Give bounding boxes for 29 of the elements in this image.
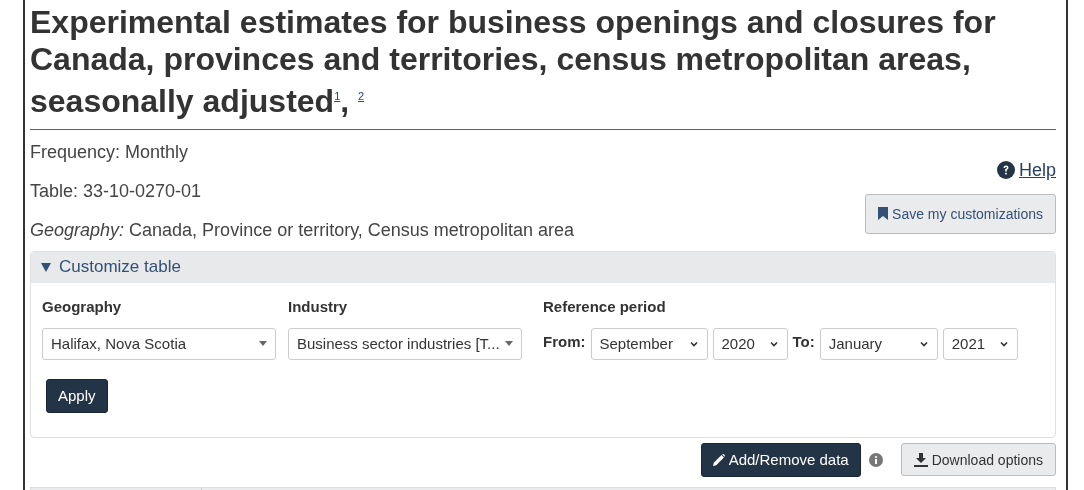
pencil-icon <box>712 453 725 466</box>
help-link[interactable]: Help <box>996 159 1056 181</box>
info-line: Frequency: Monthly <box>30 141 190 163</box>
month-select[interactable]: January <box>819 327 938 360</box>
geography-dropdown[interactable]: Halifax, Nova Scotia <box>42 327 276 360</box>
apply-button[interactable]: Apply <box>46 378 108 413</box>
bookmark-icon <box>878 207 889 221</box>
year-select[interactable]: 2021 <box>942 327 1018 360</box>
download-options-button[interactable]: Download options <box>900 443 1056 477</box>
add-remove-data-button[interactable]: Add/Remove data <box>700 442 861 477</box>
save-customizations-button[interactable]: Save my customizations <box>865 193 1056 234</box>
info-line: Geography: Canada, Province or territory, Census metropolitan area <box>30 219 574 241</box>
download-icon <box>913 452 928 467</box>
year-select[interactable]: 2020 <box>712 327 788 360</box>
info-icon[interactable] <box>868 452 883 467</box>
triangle-icon <box>41 262 51 272</box>
help-icon <box>996 161 1015 180</box>
to-label: To: <box>792 331 815 352</box>
info-line: Table: 33-10-0270-01 <box>30 180 203 202</box>
caret-icon <box>259 341 267 347</box>
customize-toggle[interactable]: Customize table <box>31 251 1055 283</box>
field-label: Industry <box>288 296 349 317</box>
caret-icon <box>505 341 513 347</box>
industry-dropdown[interactable]: Business sector industries [T... <box>288 327 522 360</box>
from-label: From: <box>543 331 586 352</box>
month-select[interactable]: September <box>590 327 708 360</box>
page-title: Experimental estimates for business openings and closures for Canada, provinces and territories, census metropolitan areas, seasonally adjusted$^{1}$, $^{2}$ <box>30 4 1056 130</box>
field-label: Geography <box>42 296 123 317</box>
field-label: Reference period <box>543 296 667 317</box>
